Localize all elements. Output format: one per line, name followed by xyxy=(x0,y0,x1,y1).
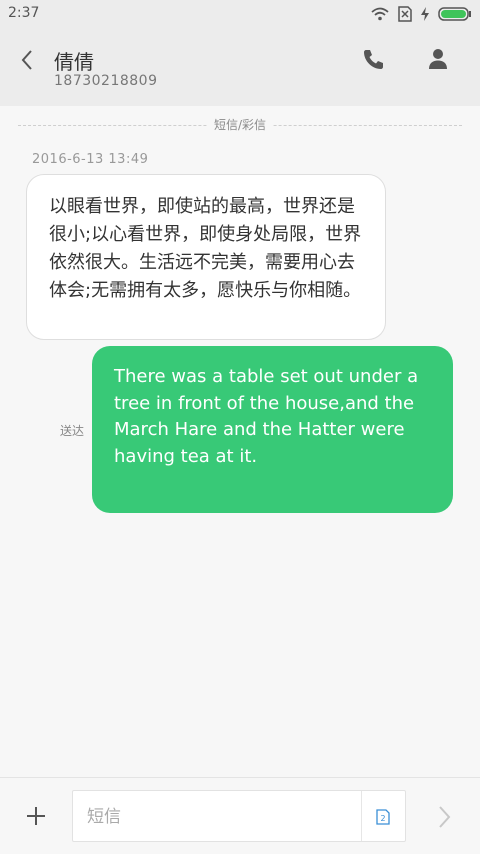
message-timestamp: 2016-6-13 13:49 xyxy=(32,152,149,167)
sim-icon: 2 xyxy=(376,809,390,825)
battery-icon xyxy=(438,7,472,25)
sim-select-button[interactable]: 2 xyxy=(375,809,391,825)
contact-profile-button[interactable] xyxy=(424,45,452,73)
input-separator xyxy=(361,791,362,841)
phone-icon xyxy=(364,50,383,69)
back-icon xyxy=(21,50,32,70)
back-button[interactable] xyxy=(14,46,42,74)
outgoing-message-bubble[interactable]: There was a table set out under a tree i… xyxy=(92,346,453,513)
compose-input-box: 2 xyxy=(72,790,406,842)
charging-icon xyxy=(421,7,429,25)
contact-number: 18730218809 xyxy=(54,73,158,89)
call-button[interactable] xyxy=(359,45,387,73)
sim-number: 2 xyxy=(380,814,385,823)
no-sim-icon xyxy=(398,6,412,26)
person-icon xyxy=(429,49,447,69)
wifi-icon xyxy=(371,7,389,25)
message-type-label: 短信/彩信 xyxy=(207,116,273,133)
status-time: 2:37 xyxy=(8,5,40,21)
send-button[interactable] xyxy=(432,804,456,830)
message-type-divider: 短信/彩信 xyxy=(18,116,462,136)
send-icon xyxy=(439,806,451,828)
message-input[interactable] xyxy=(85,804,359,830)
contact-name: 倩倩 xyxy=(54,50,94,74)
add-attachment-button[interactable] xyxy=(22,802,50,830)
compose-bar: 2 xyxy=(0,777,480,854)
incoming-message-bubble[interactable]: 以眼看世界，即使站的最高，世界还是很小;以心看世界，即使身处局限，世界依然很大。… xyxy=(26,174,386,340)
delivery-status: 送达 xyxy=(60,424,85,438)
conversation-header: 倩倩 18730218809 xyxy=(0,28,480,106)
status-bar: 2:37 xyxy=(0,0,480,28)
plus-icon xyxy=(27,807,45,825)
status-icons xyxy=(371,6,472,26)
